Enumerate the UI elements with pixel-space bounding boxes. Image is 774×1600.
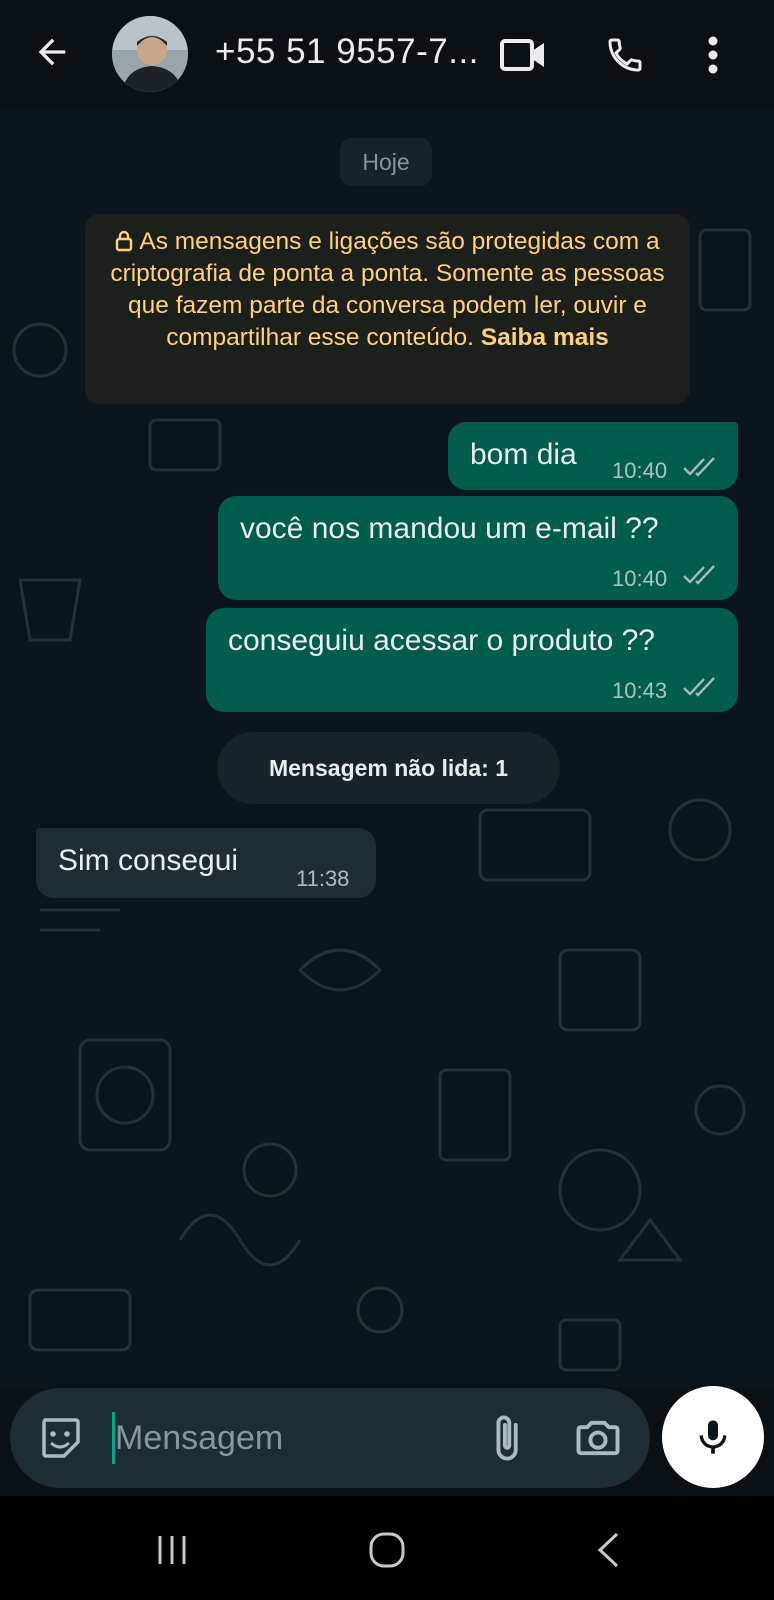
message-composer (10, 1388, 650, 1488)
message-time: 10:43 (612, 678, 668, 703)
message-text: você nos mandou um e-mail ?? (240, 512, 659, 545)
date-divider: Hoje (340, 138, 432, 186)
lock-icon (116, 230, 133, 252)
arrow-left-icon (38, 38, 66, 66)
camera-button[interactable] (572, 1412, 624, 1464)
chevron-left-icon (597, 1532, 619, 1568)
outgoing-message[interactable]: conseguiu acessar o produto ?? 10:43 (206, 608, 738, 712)
read-ticks-icon (683, 457, 715, 477)
home-button[interactable] (357, 1520, 417, 1580)
voice-message-button[interactable] (662, 1386, 764, 1488)
home-icon (369, 1532, 405, 1568)
incoming-message[interactable]: Sim consegui 11:38 (36, 828, 376, 898)
chat-header: +55 51 9557-7... (0, 0, 774, 110)
microphone-icon (699, 1420, 727, 1454)
system-navigation-bar (0, 1496, 774, 1600)
outgoing-message[interactable]: você nos mandou um e-mail ?? 10:40 (218, 496, 738, 600)
system-back-button[interactable] (578, 1520, 638, 1580)
contact-name[interactable]: +55 51 9557-7... (215, 32, 479, 72)
message-input[interactable] (115, 1408, 445, 1468)
recent-apps-icon (158, 1536, 186, 1564)
message-time: 10:40 (612, 566, 668, 591)
video-call-button[interactable] (498, 30, 548, 80)
more-options-button[interactable] (688, 30, 738, 80)
message-text: bom dia (470, 438, 577, 471)
phone-icon (608, 38, 642, 72)
learn-more-link[interactable]: Saiba mais (481, 324, 609, 351)
video-call-icon (500, 39, 544, 71)
avatar-photo (112, 16, 188, 92)
message-time: 10:40 (612, 458, 668, 483)
outgoing-message[interactable]: bom dia 10:40 (448, 422, 738, 490)
more-vert-icon (708, 36, 718, 74)
camera-icon (576, 1420, 620, 1456)
read-ticks-icon (683, 565, 715, 585)
message-text: Sim consegui (58, 844, 239, 877)
sticker-emoji-icon (42, 1418, 80, 1458)
avatar[interactable] (112, 16, 188, 92)
conversation-area[interactable]: Hoje As mensagens e ligações são protegi… (0, 110, 774, 1388)
back-button[interactable] (30, 30, 74, 74)
encryption-notice[interactable]: As mensagens e ligações são protegidas c… (85, 214, 690, 404)
read-ticks-icon (683, 677, 715, 697)
message-text: conseguiu acessar o produto ?? (228, 624, 655, 657)
message-time: 11:38 (296, 866, 350, 891)
emoji-sticker-button[interactable] (36, 1414, 84, 1462)
attach-button[interactable] (480, 1412, 532, 1464)
voice-call-button[interactable] (600, 30, 650, 80)
paperclip-icon (496, 1415, 518, 1461)
recent-apps-button[interactable] (142, 1520, 202, 1580)
unread-messages-divider: Mensagem não lida: 1 (217, 732, 560, 804)
